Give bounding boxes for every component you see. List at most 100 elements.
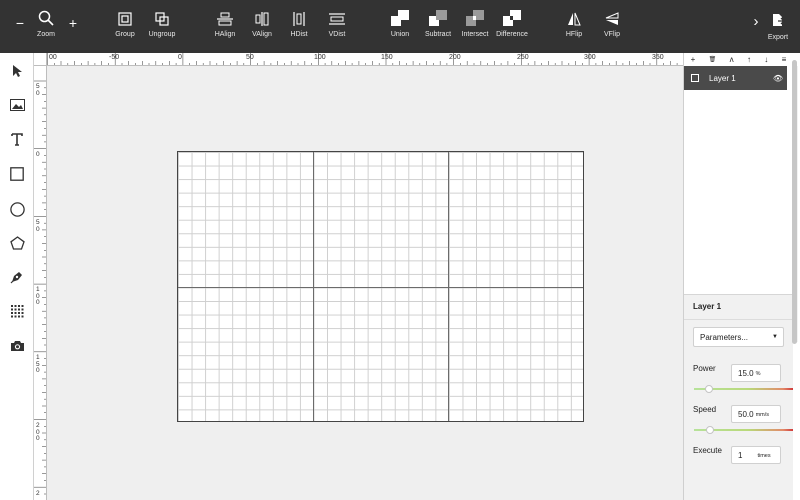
union-button[interactable]: Union — [388, 0, 412, 53]
ellipse-tool[interactable] — [7, 199, 27, 219]
pen-tool[interactable] — [7, 267, 27, 287]
intersect-button[interactable]: Intersect — [458, 0, 492, 53]
hflip-button[interactable]: HFlip — [563, 0, 585, 53]
rectangle-tool[interactable] — [7, 164, 27, 184]
group-label: Group — [115, 31, 135, 38]
subtract-button[interactable]: Subtract — [422, 0, 454, 53]
intersect-label: Intersect — [461, 31, 489, 38]
ruler-horizontal: 00 -50 0 50 100 150 200 250 300 350 — [47, 53, 683, 66]
difference-icon — [503, 0, 521, 30]
ruler-top-label: 100 — [314, 54, 326, 61]
eye-icon[interactable]: 👁 — [773, 74, 783, 83]
workspace-grid[interactable] — [177, 151, 584, 422]
subtract-label: Subtract — [424, 31, 452, 38]
speed-value: 50.0 — [738, 409, 754, 419]
group-icon — [118, 0, 132, 30]
ruler-top-label: 350 — [652, 54, 664, 61]
move-layer-up-button[interactable]: ↑ — [747, 55, 751, 64]
zoom-out-button[interactable]: − — [14, 0, 26, 53]
ruler-corner — [34, 53, 47, 66]
ruler-top-label: 50 — [246, 54, 254, 61]
ruler-top-label: 250 — [517, 54, 529, 61]
layers-toolbar: + 🗑 ᴧ ↑ ↓ ≡ — [684, 53, 793, 66]
vflip-label: VFlip — [604, 31, 620, 38]
speed-input[interactable]: 50.0 mm/s — [731, 405, 781, 423]
design-canvas[interactable] — [47, 66, 683, 500]
delete-layer-button[interactable]: 🗑 — [709, 56, 717, 63]
vdist-button[interactable]: VDist — [326, 0, 348, 53]
select-tool[interactable] — [7, 61, 27, 81]
ruler-top-label: 0 — [178, 54, 182, 61]
rectangle-icon — [10, 167, 24, 181]
text-tool[interactable] — [7, 129, 27, 149]
array-tool[interactable] — [7, 301, 27, 321]
execute-unit: times — [757, 452, 771, 459]
zoom-button[interactable]: Zoom — [34, 0, 58, 53]
execute-input[interactable]: 1 times — [731, 446, 781, 464]
add-layer-button[interactable]: + — [691, 55, 696, 64]
search-icon — [38, 0, 54, 30]
ruler-top-label: 200 — [449, 54, 461, 61]
move-layer-down-button[interactable]: ↓ — [764, 55, 768, 64]
layer-row[interactable]: Layer 1 👁 — [684, 66, 787, 90]
merge-layer-button[interactable]: ᴧ — [730, 55, 734, 64]
parameters-select[interactable]: Parameters... ▼ — [693, 327, 784, 347]
power-unit: % — [755, 370, 761, 377]
ruler-left-label: 100 — [36, 286, 40, 306]
group-button[interactable]: Group — [112, 0, 138, 53]
ruler-vertical: 50 0 50 100 150 200 2 — [34, 66, 47, 500]
union-icon — [391, 0, 409, 30]
more-button[interactable]: › — [750, 0, 762, 53]
layer-menu-button[interactable]: ≡ — [782, 55, 787, 64]
halign-label: HAlign — [214, 31, 236, 38]
zoom-out-icon: − — [15, 15, 25, 31]
valign-button[interactable]: VAlign — [250, 0, 274, 53]
halign-icon — [217, 0, 233, 30]
power-input[interactable]: 15.0 % — [731, 364, 781, 382]
valign-icon — [254, 0, 270, 30]
export-button[interactable]: Export — [766, 0, 790, 53]
hdist-button[interactable]: HDist — [288, 0, 310, 53]
image-tool[interactable] — [7, 95, 27, 115]
difference-button[interactable]: Difference — [494, 0, 530, 53]
union-label: Union — [390, 31, 410, 38]
properties-title: Layer 1 — [693, 302, 722, 311]
polygon-tool[interactable] — [7, 233, 27, 253]
ellipse-icon — [9, 201, 25, 217]
layer-checkbox[interactable] — [691, 74, 699, 82]
window-scrollbar[interactable] — [792, 60, 797, 344]
zoom-label: Zoom — [37, 31, 55, 38]
camera-tool[interactable] — [7, 336, 27, 356]
image-icon — [9, 99, 25, 111]
ruler-top-label: -50 — [109, 54, 120, 61]
select-icon — [13, 65, 22, 77]
power-label: Power — [693, 364, 716, 373]
grid-array-icon — [11, 305, 24, 318]
text-icon — [11, 132, 23, 146]
properties-divider — [684, 319, 793, 320]
ruler-left-label: 50 — [36, 83, 40, 97]
ungroup-button[interactable]: Ungroup — [146, 0, 178, 53]
ruler-top-label: 300 — [584, 54, 596, 61]
tool-sidebar — [0, 53, 34, 500]
hflip-icon — [567, 0, 581, 30]
speed-label: Speed — [693, 405, 717, 414]
speed-slider-knob[interactable] — [705, 426, 714, 434]
subtract-icon — [429, 0, 447, 30]
power-value: 15.0 — [738, 368, 754, 378]
halign-button[interactable]: HAlign — [212, 0, 238, 53]
vflip-button[interactable]: VFlip — [601, 0, 623, 53]
ruler-left-label: 0 — [36, 151, 40, 158]
hflip-label: HFlip — [565, 31, 583, 38]
camera-icon — [10, 341, 24, 351]
hdist-label: HDist — [290, 31, 308, 38]
grid-major-line — [178, 287, 583, 288]
layers-panel: + 🗑 ᴧ ↑ ↓ ≡ Layer 1 👁 Layer 1 Parameters… — [683, 53, 800, 500]
power-slider-knob[interactable] — [704, 385, 713, 393]
ruler-left-label: 2 — [36, 490, 40, 497]
zoom-in-button[interactable]: + — [67, 0, 79, 53]
ruler-left-label: 200 — [36, 422, 40, 442]
ruler-left-label: 150 — [36, 354, 40, 374]
main-toolbar: − Zoom + Group Ungroup HAlign VAlign HDi… — [0, 0, 800, 53]
vflip-icon — [605, 0, 619, 30]
